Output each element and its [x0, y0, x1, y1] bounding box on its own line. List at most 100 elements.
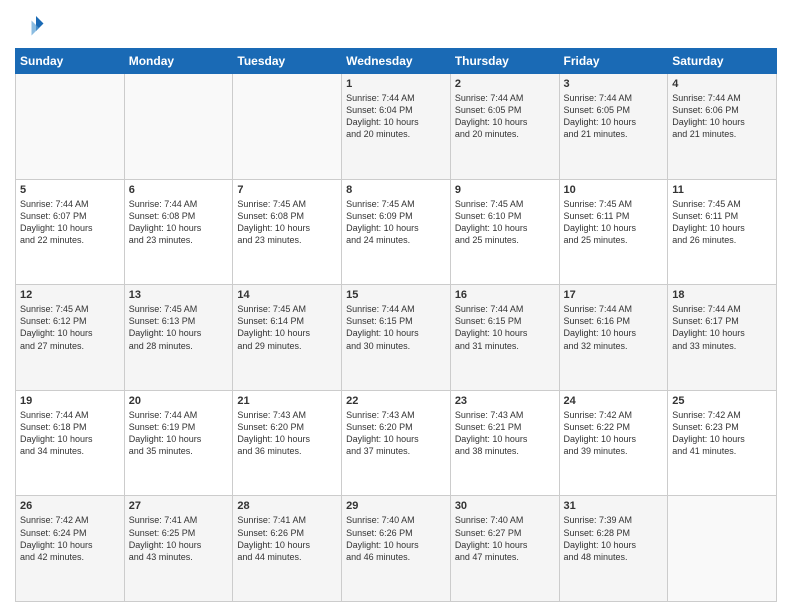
day-number: 4: [672, 78, 772, 90]
weekday-header: Tuesday: [233, 49, 342, 74]
day-number: 5: [20, 184, 120, 196]
day-info: Sunrise: 7:44 AM Sunset: 6:08 PM Dayligh…: [129, 198, 229, 247]
calendar-cell: 26 Sunrise: 7:42 AM Sunset: 6:24 PM Dayli…: [16, 496, 125, 602]
calendar-cell: [124, 74, 233, 180]
page: SundayMondayTuesdayWednesdayThursdayFrid…: [0, 0, 792, 612]
weekday-header: Saturday: [668, 49, 777, 74]
calendar-week-row: 26 Sunrise: 7:42 AM Sunset: 6:24 PM Dayli…: [16, 496, 777, 602]
calendar-cell: 24Sunrise: 7:42 AM Sunset: 6:22 PM Dayli…: [559, 390, 668, 496]
day-number: 23: [455, 395, 555, 407]
calendar-cell: 4 Sunrise: 7:44 AM Sunset: 6:06 PM Daylig…: [668, 74, 777, 180]
day-number: 28: [237, 500, 337, 512]
day-info: Sunrise: 7:44 AM Sunset: 6:06 PM Dayligh…: [672, 92, 772, 141]
day-number: 17: [564, 289, 664, 301]
day-info: Sunrise: 7:45 AM Sunset: 6:08 PM Dayligh…: [237, 198, 337, 247]
day-info: Sunrise: 7:43 AM Sunset: 6:20 PM Dayligh…: [237, 409, 337, 458]
day-number: 18: [672, 289, 772, 301]
weekday-header: Sunday: [16, 49, 125, 74]
calendar-cell: 3 Sunrise: 7:44 AM Sunset: 6:05 PM Daylig…: [559, 74, 668, 180]
calendar-table: SundayMondayTuesdayWednesdayThursdayFrid…: [15, 48, 777, 602]
day-number: 14: [237, 289, 337, 301]
day-info: Sunrise: 7:41 AM Sunset: 6:25 PM Dayligh…: [129, 514, 229, 563]
day-number: 29: [346, 500, 446, 512]
day-info: Sunrise: 7:44 AM Sunset: 6:04 PM Dayligh…: [346, 92, 446, 141]
day-number: 27: [129, 500, 229, 512]
calendar-week-row: 1 Sunrise: 7:44 AM Sunset: 6:04 PM Daylig…: [16, 74, 777, 180]
weekday-header: Thursday: [450, 49, 559, 74]
day-info: Sunrise: 7:44 AM Sunset: 6:15 PM Dayligh…: [455, 303, 555, 352]
day-info: Sunrise: 7:44 AM Sunset: 6:17 PM Dayligh…: [672, 303, 772, 352]
day-info: Sunrise: 7:44 AM Sunset: 6:05 PM Dayligh…: [564, 92, 664, 141]
calendar-cell: 20 Sunrise: 7:44 AM Sunset: 6:19 PM Dayli…: [124, 390, 233, 496]
day-info: Sunrise: 7:43 AM Sunset: 6:21 PM Dayligh…: [455, 409, 555, 458]
calendar-cell: 19 Sunrise: 7:44 AM Sunset: 6:18 PM Dayli…: [16, 390, 125, 496]
day-number: 1: [346, 78, 446, 90]
day-number: 9: [455, 184, 555, 196]
day-number: 11: [672, 184, 772, 196]
day-number: 19: [20, 395, 120, 407]
day-number: 13: [129, 289, 229, 301]
weekday-header: Monday: [124, 49, 233, 74]
calendar-cell: 5Sunrise: 7:44 AM Sunset: 6:07 PM Daylig…: [16, 179, 125, 285]
day-number: 20: [129, 395, 229, 407]
day-info: Sunrise: 7:43 AM Sunset: 6:20 PM Dayligh…: [346, 409, 446, 458]
calendar-cell: 2Sunrise: 7:44 AM Sunset: 6:05 PM Daylig…: [450, 74, 559, 180]
calendar-cell: 12 Sunrise: 7:45 AM Sunset: 6:12 PM Dayli…: [16, 285, 125, 391]
day-number: 16: [455, 289, 555, 301]
day-number: 3: [564, 78, 664, 90]
day-info: Sunrise: 7:45 AM Sunset: 6:14 PM Dayligh…: [237, 303, 337, 352]
day-info: Sunrise: 7:45 AM Sunset: 6:09 PM Dayligh…: [346, 198, 446, 247]
day-info: Sunrise: 7:44 AM Sunset: 6:18 PM Dayligh…: [20, 409, 120, 458]
day-number: 15: [346, 289, 446, 301]
day-info: Sunrise: 7:45 AM Sunset: 6:11 PM Dayligh…: [564, 198, 664, 247]
day-number: 25: [672, 395, 772, 407]
calendar-cell: 16 Sunrise: 7:44 AM Sunset: 6:15 PM Dayli…: [450, 285, 559, 391]
day-info: Sunrise: 7:44 AM Sunset: 6:16 PM Dayligh…: [564, 303, 664, 352]
day-info: Sunrise: 7:42 AM Sunset: 6:22 PM Dayligh…: [564, 409, 664, 458]
calendar-cell: 18 Sunrise: 7:44 AM Sunset: 6:17 PM Dayli…: [668, 285, 777, 391]
calendar-cell: [668, 496, 777, 602]
day-number: 7: [237, 184, 337, 196]
calendar-cell: 21 Sunrise: 7:43 AM Sunset: 6:20 PM Dayli…: [233, 390, 342, 496]
day-info: Sunrise: 7:44 AM Sunset: 6:15 PM Dayligh…: [346, 303, 446, 352]
calendar-cell: 9Sunrise: 7:45 AM Sunset: 6:10 PM Daylig…: [450, 179, 559, 285]
calendar-cell: 6 Sunrise: 7:44 AM Sunset: 6:08 PM Daylig…: [124, 179, 233, 285]
day-info: Sunrise: 7:45 AM Sunset: 6:13 PM Dayligh…: [129, 303, 229, 352]
day-info: Sunrise: 7:45 AM Sunset: 6:12 PM Dayligh…: [20, 303, 120, 352]
weekday-header: Wednesday: [342, 49, 451, 74]
day-number: 8: [346, 184, 446, 196]
day-info: Sunrise: 7:40 AM Sunset: 6:26 PM Dayligh…: [346, 514, 446, 563]
day-number: 12: [20, 289, 120, 301]
day-info: Sunrise: 7:42 AM Sunset: 6:24 PM Dayligh…: [20, 514, 120, 563]
day-number: 21: [237, 395, 337, 407]
calendar-cell: 23 Sunrise: 7:43 AM Sunset: 6:21 PM Dayli…: [450, 390, 559, 496]
calendar-cell: 30Sunrise: 7:40 AM Sunset: 6:27 PM Dayli…: [450, 496, 559, 602]
calendar-cell: 8 Sunrise: 7:45 AM Sunset: 6:09 PM Daylig…: [342, 179, 451, 285]
day-info: Sunrise: 7:44 AM Sunset: 6:19 PM Dayligh…: [129, 409, 229, 458]
calendar-cell: 29 Sunrise: 7:40 AM Sunset: 6:26 PM Dayli…: [342, 496, 451, 602]
calendar-cell: 25Sunrise: 7:42 AM Sunset: 6:23 PM Dayli…: [668, 390, 777, 496]
calendar-cell: 31 Sunrise: 7:39 AM Sunset: 6:28 PM Dayli…: [559, 496, 668, 602]
day-number: 22: [346, 395, 446, 407]
day-info: Sunrise: 7:45 AM Sunset: 6:11 PM Dayligh…: [672, 198, 772, 247]
calendar-week-row: 19 Sunrise: 7:44 AM Sunset: 6:18 PM Dayli…: [16, 390, 777, 496]
calendar-cell: 22 Sunrise: 7:43 AM Sunset: 6:20 PM Dayli…: [342, 390, 451, 496]
day-number: 6: [129, 184, 229, 196]
calendar-cell: 13 Sunrise: 7:45 AM Sunset: 6:13 PM Dayli…: [124, 285, 233, 391]
weekday-header: Friday: [559, 49, 668, 74]
header: [15, 10, 777, 40]
day-number: 31: [564, 500, 664, 512]
calendar-cell: 15 Sunrise: 7:44 AM Sunset: 6:15 PM Dayli…: [342, 285, 451, 391]
calendar-cell: [16, 74, 125, 180]
calendar-cell: 7 Sunrise: 7:45 AM Sunset: 6:08 PM Daylig…: [233, 179, 342, 285]
calendar-week-row: 5Sunrise: 7:44 AM Sunset: 6:07 PM Daylig…: [16, 179, 777, 285]
logo-icon: [15, 10, 45, 40]
day-number: 26: [20, 500, 120, 512]
calendar-cell: [233, 74, 342, 180]
calendar-cell: 10Sunrise: 7:45 AM Sunset: 6:11 PM Dayli…: [559, 179, 668, 285]
day-info: Sunrise: 7:40 AM Sunset: 6:27 PM Dayligh…: [455, 514, 555, 563]
calendar-cell: 17 Sunrise: 7:44 AM Sunset: 6:16 PM Dayli…: [559, 285, 668, 391]
calendar-header-row: SundayMondayTuesdayWednesdayThursdayFrid…: [16, 49, 777, 74]
logo: [15, 10, 49, 40]
day-info: Sunrise: 7:39 AM Sunset: 6:28 PM Dayligh…: [564, 514, 664, 563]
